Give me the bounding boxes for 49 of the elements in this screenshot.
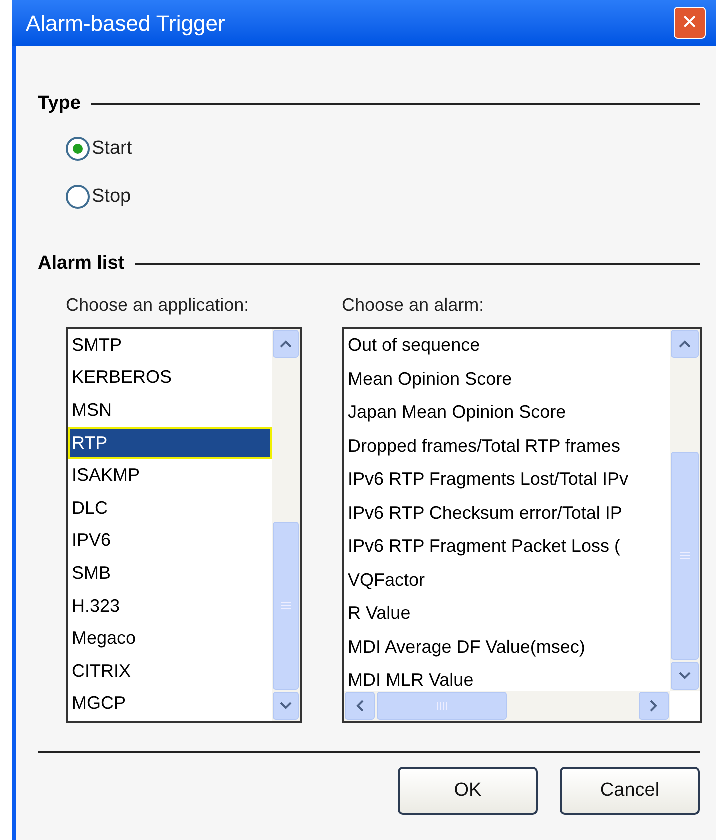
list-item[interactable]: Mean Opinion Score [344,362,670,396]
list-item[interactable]: KERBEROS [68,362,272,394]
scrollbar-thumb[interactable] [273,522,299,690]
radio-label[interactable]: Stop [92,183,132,212]
scrollbar-thumb[interactable] [377,692,507,720]
scroll-right-icon[interactable] [639,692,669,720]
list-label: Choose an alarm: [342,294,486,317]
list-item[interactable]: CITRIX [68,654,272,688]
list-item[interactable]: ISAKMP [68,459,272,492]
list-item[interactable]: VQFactor [344,564,670,597]
radio-button[interactable] [66,136,90,161]
list-item[interactable]: MDI MLR Value [344,664,670,691]
vertical-scrollbar[interactable] [670,329,700,691]
list-item[interactable]: IPv6 RTP Fragment Packet Loss ( [344,530,670,564]
section-heading: Alarm list [38,252,125,276]
scrollbar-thumb[interactable] [671,452,699,660]
list-item[interactable]: MSN [68,394,272,427]
vertical-scrollbar[interactable] [272,329,300,721]
list-item[interactable]: IPv6 RTP Fragments Lost/Total IPv [344,463,670,496]
scroll-up-icon[interactable] [273,330,299,358]
dialog-button[interactable]: OK [398,767,538,815]
window-title: Alarm-based Trigger [26,10,226,38]
section-heading: Type [38,92,81,116]
close-button[interactable]: ✕ [674,7,706,39]
dialog-button[interactable]: Cancel [560,767,700,815]
list-item[interactable]: DLC [68,492,272,525]
radio-label[interactable]: Start [92,134,132,163]
list-item[interactable]: SMTP [68,329,272,362]
list-item[interactable]: SMB [68,557,272,590]
scroll-down-icon[interactable] [273,692,299,720]
list-item[interactable]: Megaco [68,622,272,655]
list-item[interactable]: IPv6 RTP Checksum error/Total IP [344,496,670,530]
radio-button[interactable] [66,185,90,210]
list-item[interactable]: R Value [344,597,670,630]
list-item[interactable]: Dropped frames/Total RTP frames [344,430,670,463]
list-item[interactable]: MDI Average DF Value(msec) [344,630,670,664]
list-item[interactable]: MGCP [68,688,272,720]
application-list[interactable]: SMTP KERBEROS MSN RTP ISAKMP DLC IPV6 SMB H.323 Megaco CITRIX MGCP [66,327,302,723]
horizontal-scrollbar[interactable] [344,691,670,721]
list-item[interactable]: RTP [68,426,272,460]
scroll-up-icon[interactable] [671,330,699,358]
list-label: Choose an application: [66,294,250,317]
list-item[interactable]: H.323 [68,590,272,622]
scroll-down-icon[interactable] [671,662,699,690]
list-item[interactable]: Japan Mean Opinion Score [344,396,670,430]
list-item[interactable]: Out of sequence [344,329,670,362]
list-item[interactable]: IPV6 [68,524,272,558]
scroll-left-icon[interactable] [345,692,375,720]
alarm-list[interactable] [342,327,702,723]
